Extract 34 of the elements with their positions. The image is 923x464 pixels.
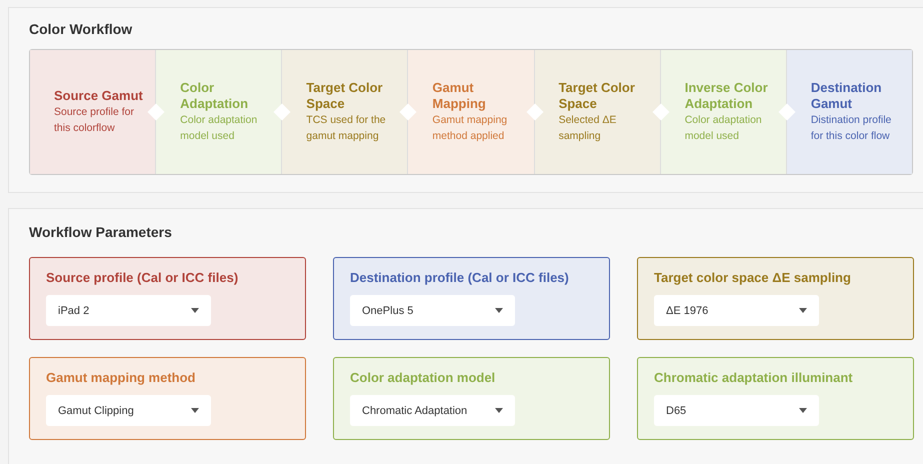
dropdown[interactable]: ΔE 1976 — [654, 295, 819, 326]
field-label: Color adaptation model — [350, 370, 496, 385]
step-title: Gamut Mapping — [432, 80, 487, 112]
field-label: Chromatic adaptation illuminant — [654, 370, 854, 385]
field-label: Target color space ΔE sampling — [654, 270, 852, 285]
dropdown[interactable]: OnePlus 5 — [350, 295, 515, 326]
caret-icon — [191, 408, 199, 413]
step-title: Color Adaptation — [180, 80, 250, 112]
field-label: Source profile (Cal or ICC files) — [46, 270, 240, 285]
step-description: Source profile for this colorflow — [54, 105, 135, 136]
caret-icon — [799, 408, 807, 413]
dropdown[interactable]: Chromatic Adaptation — [350, 395, 515, 426]
step-title: Destination Gamut — [810, 80, 883, 112]
field-label: Gamut mapping method — [46, 370, 196, 385]
caret-icon — [495, 408, 503, 413]
step-description: Gamut mapping method applied — [432, 113, 508, 144]
step-description: Selected ΔE sampling — [558, 113, 618, 144]
dropdown[interactable]: D65 — [654, 395, 819, 426]
step-title: Inverse Color Adaptation — [684, 80, 769, 112]
step-title: Target Color Space — [306, 80, 384, 112]
panel-title: Color Workflow — [29, 21, 134, 37]
step-title: Target Color Space — [558, 80, 636, 112]
panel-title: Workflow Parameters — [29, 224, 173, 240]
caret-icon — [191, 308, 199, 313]
step-description: Color adaptation model used — [180, 113, 258, 144]
caret-icon — [495, 308, 503, 313]
dropdown[interactable]: iPad 2 — [46, 295, 211, 326]
field-label: Destination profile (Cal or ICC files) — [350, 270, 570, 285]
dropdown[interactable]: Gamut Clipping — [46, 395, 211, 426]
step-description: Distination profile for this color flow — [810, 113, 892, 144]
step-description: TCS used for the gamut mapping — [306, 113, 387, 144]
caret-icon — [799, 308, 807, 313]
step-title: Source Gamut — [54, 88, 144, 104]
step-description: Color adaptation model used — [684, 113, 763, 144]
